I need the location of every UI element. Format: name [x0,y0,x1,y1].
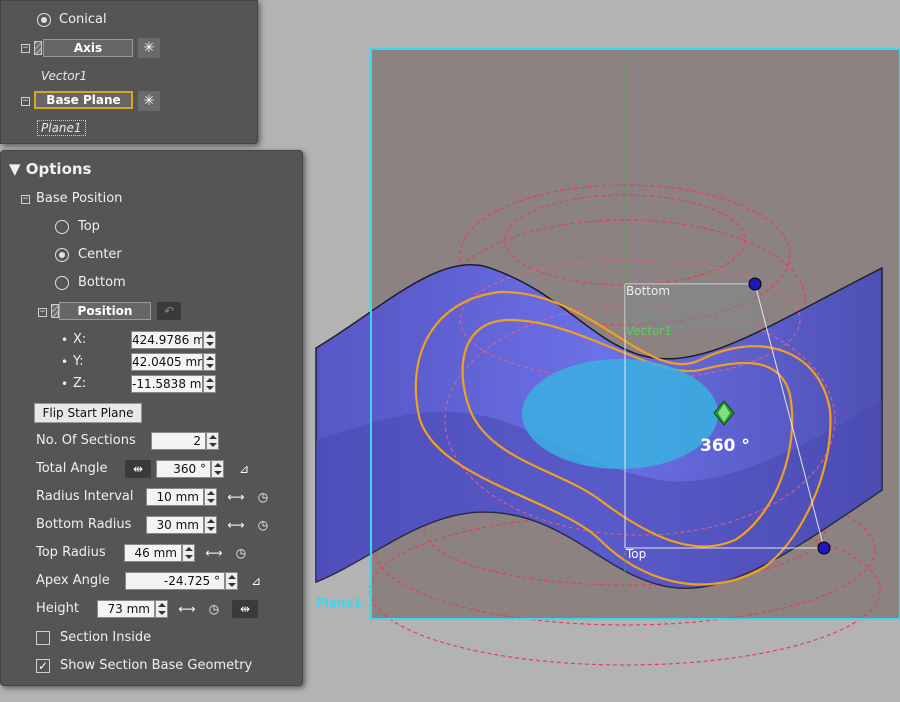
top-handle[interactable] [817,541,831,555]
top-radius-label: Top Radius [36,545,106,560]
bottom-radius-label: Bottom Radius [36,517,132,532]
position-button[interactable]: Position [59,302,151,320]
selection-panel: Conical − Axis ✳ Vector1 − Base Plane ✳ … [0,0,258,144]
apex-angle-spinner[interactable] [225,572,238,590]
show-section-base-geometry-label: Show Section Base Geometry [60,658,253,673]
top-label: Top [626,547,647,561]
base-plane-button[interactable]: Base Plane [34,91,133,109]
z-label: Z: [73,376,87,391]
options-header[interactable]: ▼ Options [9,160,91,178]
radius-interval-field[interactable]: 10 mm [146,488,204,506]
no-of-sections-label: No. Of Sections [36,433,136,448]
total-angle-label: Total Angle [36,461,108,476]
no-of-sections-spinner[interactable] [206,432,219,450]
bottom-radius-spinner[interactable] [204,516,217,534]
section-inside-checkbox[interactable] [36,631,50,645]
radius-interval-label: Radius Interval [36,489,134,504]
axis-hatch-icon [34,41,42,55]
measure-distance-icon[interactable]: ⟷ [205,544,223,562]
bottom-label: Bottom [626,284,671,298]
position-hatch-icon [51,304,59,318]
height-spinner[interactable] [155,600,168,618]
base-plane-value[interactable]: Plane1 [37,120,86,136]
z-spinner[interactable] [203,375,216,393]
angle-measure-icon[interactable]: ⊿ [247,572,265,590]
vector-label: Vector1 [626,324,672,338]
undo-icon[interactable]: ↶ [157,302,181,320]
z-field[interactable]: -11.5838 mm [131,375,203,393]
bottom-handle[interactable] [748,277,762,291]
options-title: Options [25,160,92,178]
top-radius-spinner[interactable] [182,544,195,562]
bullet-icon: • [61,355,69,369]
x-spinner[interactable] [203,331,216,349]
base-plane-collapse-icon[interactable]: − [21,97,30,106]
no-of-sections-field[interactable]: 2 [151,432,206,450]
total-angle-spinner[interactable] [211,460,224,478]
options-panel: ▼ Options − Base Position Top Center Bot… [0,150,303,686]
measure-distance-icon[interactable]: ⟷ [227,516,245,534]
axis-button[interactable]: Axis [43,39,133,57]
measure-distance-icon[interactable]: ⟷ [178,600,196,618]
base-position-label: Base Position [36,191,123,206]
section-inside-label: Section Inside [60,630,152,645]
x-field[interactable]: 424.9786 mm [131,331,203,349]
axis-pick-icon[interactable]: ✳ [138,38,160,58]
collapse-triangle-icon: ▼ [9,160,26,178]
flip-start-plane-button[interactable]: Flip Start Plane [34,403,142,423]
radius-pick-icon[interactable]: ◷ [254,516,272,534]
base-position-top-radio[interactable] [55,220,69,234]
angle-direction-icon[interactable]: ⇹ [125,460,151,478]
base-plane-pick-icon[interactable]: ✳ [138,91,160,111]
y-field[interactable]: 42.0405 mm [131,353,203,371]
section-disc [522,359,718,469]
height-label: Height [36,601,79,616]
axis-value: Vector1 [41,69,88,83]
axis-collapse-icon[interactable]: − [21,44,30,53]
base-position-top-label: Top [78,219,100,234]
conical-label: Conical [59,12,107,27]
radius-pick-icon[interactable]: ◷ [254,488,272,506]
radius-pick-icon[interactable]: ◷ [232,544,250,562]
radius-interval-spinner[interactable] [204,488,217,506]
height-field[interactable]: 73 mm [97,600,155,618]
angle-measure-icon[interactable]: ⊿ [235,460,253,478]
top-radius-field[interactable]: 46 mm [124,544,182,562]
bullet-icon: • [61,333,69,347]
measure-distance-icon[interactable]: ⟷ [227,488,245,506]
bullet-icon: • [61,377,69,391]
total-angle-field[interactable]: 360 ° [156,460,211,478]
base-position-bottom-label: Bottom [78,275,126,290]
conical-radio[interactable] [37,13,51,27]
base-position-center-label: Center [78,247,122,262]
y-spinner[interactable] [203,353,216,371]
radius-pick-icon[interactable]: ◷ [205,600,223,618]
base-position-center-radio[interactable] [55,248,69,262]
show-section-base-geometry-checkbox[interactable]: ✓ [36,659,50,673]
flip-direction-icon[interactable]: ⇹ [232,600,258,618]
apex-angle-label: Apex Angle [36,573,110,588]
plane-label: Plane1 [316,596,363,610]
angle-readout: 360 ° [700,436,750,456]
x-label: X: [73,332,87,347]
apex-angle-field[interactable]: -24.725 ° [125,572,225,590]
y-label: Y: [73,354,84,369]
base-position-collapse-icon[interactable]: − [21,195,30,204]
bottom-radius-field[interactable]: 30 mm [146,516,204,534]
base-position-bottom-radio[interactable] [55,276,69,290]
position-collapse-icon[interactable]: − [38,308,47,317]
